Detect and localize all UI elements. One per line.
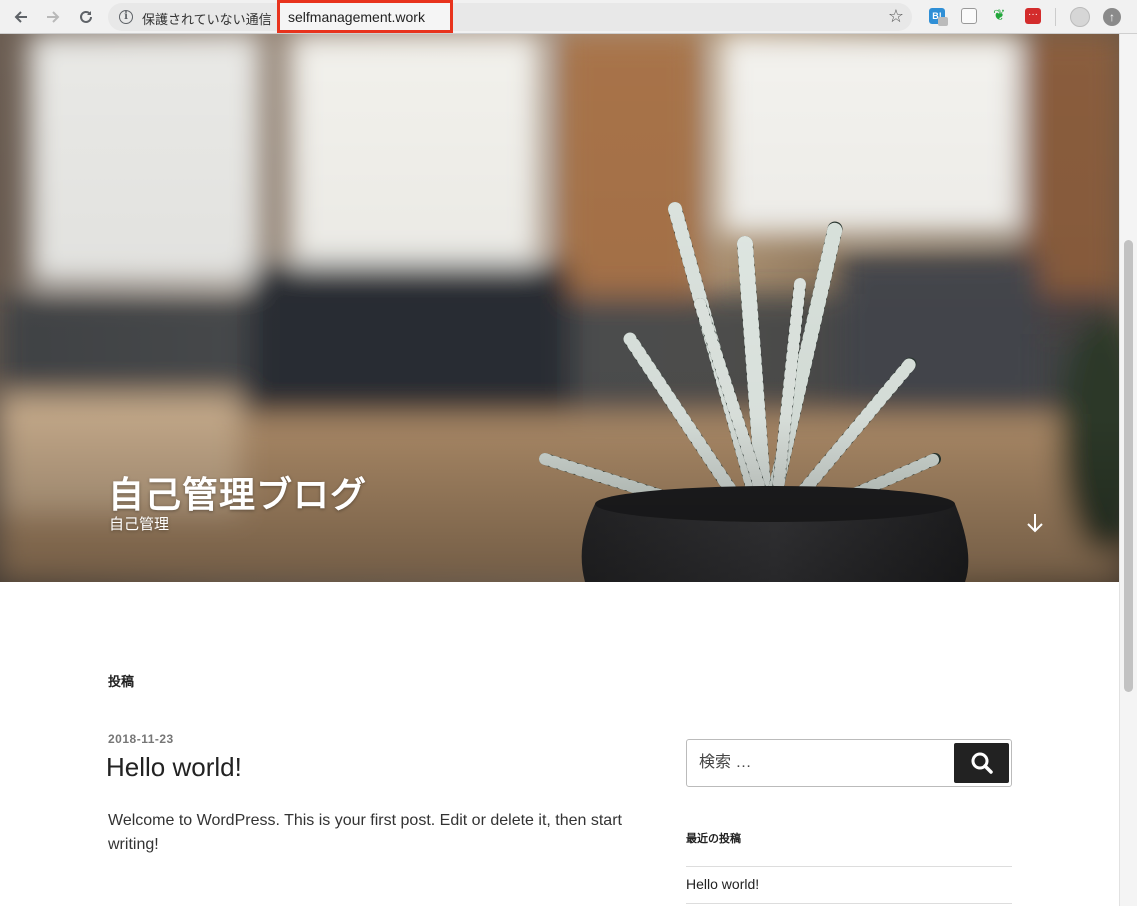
blank-extension-icon[interactable]: [961, 8, 977, 24]
evernote-extension-icon[interactable]: ❦: [993, 6, 1009, 24]
info-icon[interactable]: i: [119, 10, 133, 24]
post-excerpt: Welcome to WordPress. This is your first…: [108, 812, 622, 853]
site-description: 自己管理: [109, 516, 170, 533]
pocket-extension-icon[interactable]: ···: [1025, 8, 1041, 24]
search-icon: [971, 752, 993, 774]
star-icon[interactable]: ☆: [888, 6, 904, 27]
widget-divider: [686, 866, 1012, 867]
url-highlight-box[interactable]: selfmanagement.work: [277, 0, 453, 33]
hatena-bookmark-extension-icon[interactable]: B!: [929, 8, 948, 26]
profile-avatar-icon[interactable]: [1070, 7, 1090, 27]
section-title: 投稿: [108, 674, 135, 689]
recent-post-link[interactable]: Hello world!: [686, 876, 759, 892]
scroll-down-arrow-icon[interactable]: [1022, 512, 1048, 542]
search-form: [686, 739, 1012, 787]
recent-posts-title: 最近の投稿: [686, 833, 741, 845]
post-date[interactable]: 2018-11-23: [108, 732, 174, 746]
forward-arrow-icon[interactable]: [41, 5, 65, 29]
post-title[interactable]: Hello world!: [106, 752, 242, 783]
address-bar[interactable]: i 保護されていない通信 selfmanagement.work ☆: [108, 0, 912, 33]
scrollbar-thumb[interactable]: [1124, 240, 1133, 692]
page-scrollbar[interactable]: [1119, 34, 1137, 906]
search-button[interactable]: [954, 743, 1009, 783]
site-header-hero: 自己管理ブログ 自己管理: [0, 34, 1119, 582]
update-icon[interactable]: ↑: [1103, 8, 1121, 26]
site-title[interactable]: 自己管理ブログ: [108, 466, 367, 518]
reload-icon[interactable]: [74, 5, 98, 29]
search-input[interactable]: [687, 740, 951, 786]
url-text[interactable]: selfmanagement.work: [288, 9, 425, 25]
back-arrow-icon[interactable]: [9, 5, 33, 29]
toolbar-divider: [1055, 8, 1056, 26]
widget-divider: [686, 903, 1012, 904]
security-label: 保護されていない通信: [142, 12, 272, 27]
browser-toolbar: i 保護されていない通信 selfmanagement.work ☆ B! ❦ …: [0, 0, 1137, 34]
